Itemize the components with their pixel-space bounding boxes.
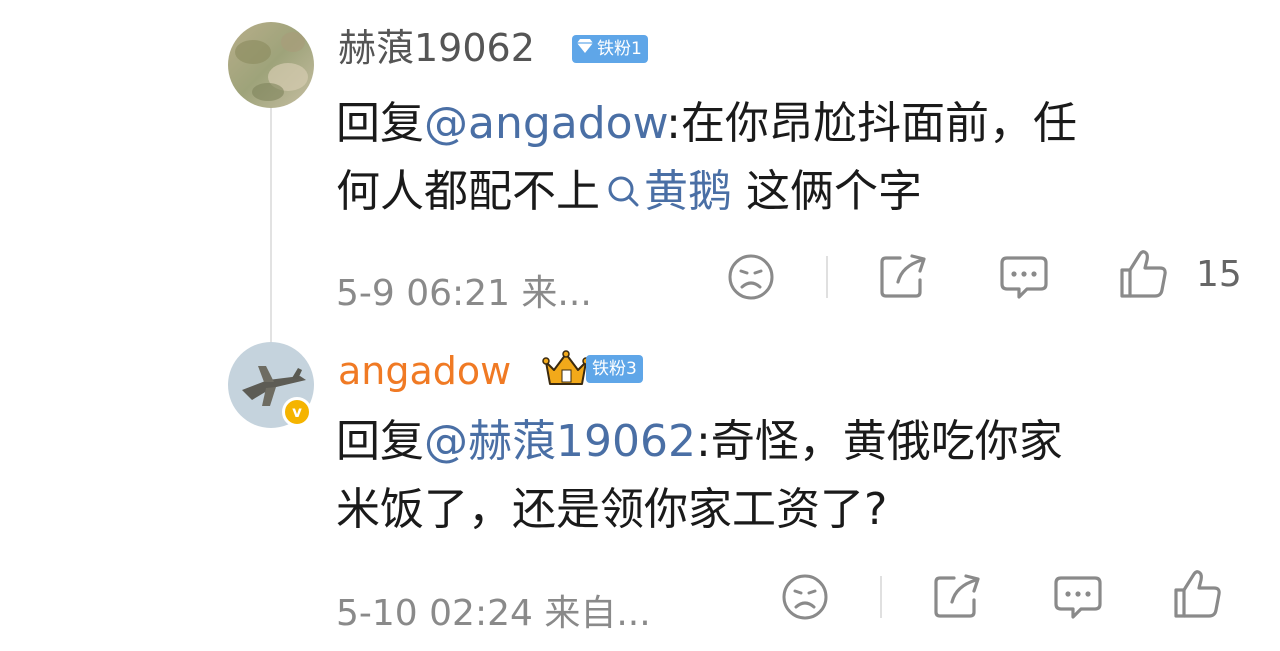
comment-meta: 5-10 02:24 来自... — [336, 593, 651, 634]
comment-text-part: 米饭了，还是领你家工资了? — [336, 484, 888, 535]
avatar[interactable] — [228, 22, 314, 108]
username[interactable]: 赫蒗19062 — [338, 26, 535, 70]
topic-link[interactable]: 黄鹅 — [600, 166, 732, 217]
crown-icon — [542, 350, 590, 385]
dislike-icon[interactable] — [726, 252, 776, 302]
mention-link[interactable]: @angadow — [424, 98, 666, 149]
like-icon[interactable] — [1118, 248, 1170, 300]
share-icon[interactable] — [878, 252, 930, 300]
diamond-icon — [576, 35, 594, 63]
dislike-icon[interactable] — [780, 572, 830, 622]
fan-badge-label: 铁粉3 — [592, 359, 637, 379]
comment-text: 回复@赫蒗19062:奇怪，黄俄吃你家 米饭了，还是领你家工资了? — [336, 408, 1236, 544]
comment-meta: 5-9 06:21 来... — [336, 273, 592, 314]
mention-link[interactable]: @赫蒗19062 — [424, 416, 696, 467]
like-count: 15 — [1196, 254, 1242, 295]
fan-badge: 铁粉3 — [586, 355, 643, 383]
username[interactable]: angadow — [338, 349, 511, 393]
comment-text-part: :奇怪，黄俄吃你家 — [695, 416, 1063, 467]
comment-text-part: 何人都配不上 — [336, 166, 600, 217]
verified-badge: v — [282, 397, 312, 427]
divider — [880, 576, 882, 618]
comment-icon[interactable] — [1053, 574, 1103, 620]
comment-text-part: 这俩个字 — [732, 166, 922, 217]
reply-prefix: 回复 — [336, 98, 424, 149]
search-icon — [608, 176, 639, 207]
comment-icon[interactable] — [999, 254, 1049, 300]
like-icon[interactable] — [1172, 568, 1224, 620]
comment-text: 回复@angadow:在你昂尬抖面前，任 何人都配不上 黄鹅 这俩个字 — [336, 90, 1236, 226]
reply-prefix: 回复 — [336, 416, 424, 467]
fan-badge-label: 铁粉1 — [597, 39, 642, 59]
comment-text-part: :在你昂尬抖面前，任 — [666, 98, 1077, 149]
thread-line — [270, 100, 272, 344]
verified-badge-label: v — [292, 403, 302, 421]
divider — [826, 256, 828, 298]
fan-badge: 铁粉1 — [572, 35, 648, 63]
share-icon[interactable] — [932, 572, 984, 620]
topic-label: 黄鹅 — [644, 166, 732, 217]
